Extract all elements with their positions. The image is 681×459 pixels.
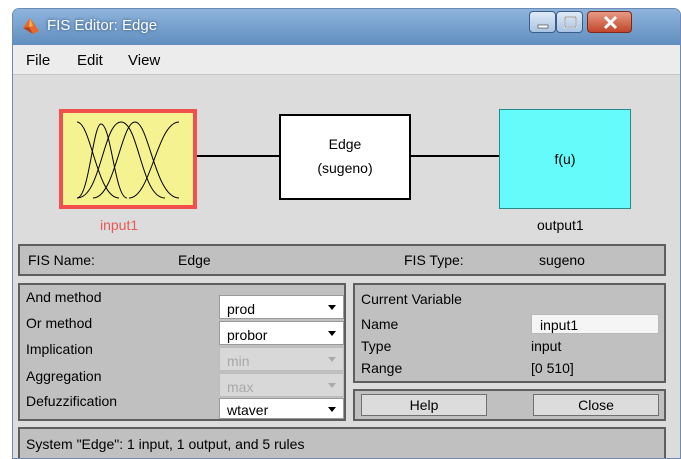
menu-edit[interactable]: Edit <box>77 52 103 69</box>
status-text: System "Edge": 1 input, 1 output, and 5 … <box>26 436 305 452</box>
output-variable-label[interactable]: output1 <box>537 217 584 233</box>
dropdown-arrow-icon <box>328 357 336 362</box>
fis-name-value[interactable]: Edge <box>178 252 211 268</box>
fis-diagram: input1 Edge (sugeno) f(u) output1 <box>13 76 680 236</box>
defuzzification-label: Defuzzification <box>26 393 118 409</box>
buttons-panel: Help Close <box>353 389 666 421</box>
menu-file[interactable]: File <box>26 52 50 69</box>
help-button[interactable]: Help <box>361 394 487 416</box>
connector-line <box>197 155 279 157</box>
defuzzification-select[interactable]: wtaver <box>219 398 344 419</box>
fis-type-value: sugeno <box>539 252 585 268</box>
aggregation-label: Aggregation <box>26 368 102 384</box>
dropdown-arrow-icon <box>328 407 336 412</box>
cv-range-label: Range <box>361 360 403 376</box>
menu-view[interactable]: View <box>128 52 160 69</box>
minimize-icon <box>537 24 549 29</box>
matlab-logo-icon <box>23 18 39 34</box>
cv-type-label: Type <box>361 338 392 354</box>
implication-select: min <box>219 347 344 371</box>
close-icon <box>603 15 618 30</box>
aggregation-select: max <box>219 373 344 397</box>
input-variable-block[interactable] <box>59 109 197 209</box>
implication-value: min <box>227 353 250 369</box>
close-window-button[interactable] <box>587 11 632 33</box>
and-method-value: prod <box>227 301 256 317</box>
window-title: FIS Editor: Edge <box>47 17 158 34</box>
and-method-label: And method <box>26 289 102 305</box>
minimize-button[interactable] <box>529 11 556 33</box>
fis-editor-window: FIS Editor: Edge File Edit View input1 E… <box>12 8 681 459</box>
input-variable-label[interactable]: input1 <box>100 217 138 233</box>
close-button[interactable]: Close <box>533 394 659 416</box>
fis-system-block[interactable]: Edge (sugeno) <box>279 114 411 200</box>
implication-label: Implication <box>26 341 93 357</box>
cv-range-value: [0 510] <box>531 360 574 376</box>
fis-name-label: FIS Name: <box>28 252 95 268</box>
current-variable-header: Current Variable <box>361 291 462 307</box>
cv-type-value: input <box>531 338 562 354</box>
fis-block-name: Edge <box>328 136 362 152</box>
cv-name-value: input1 <box>540 317 579 333</box>
dropdown-arrow-icon <box>328 331 336 336</box>
maximize-icon <box>564 16 577 28</box>
connector-line <box>411 155 499 157</box>
and-method-select[interactable]: prod <box>219 295 344 319</box>
methods-panel: And method prod Or method probor Implica… <box>18 283 346 421</box>
aggregation-value: max <box>227 379 254 395</box>
cv-name-label: Name <box>361 316 399 332</box>
fis-type-label: FIS Type: <box>404 252 464 268</box>
dropdown-arrow-icon <box>328 383 336 388</box>
output-function: f(u) <box>554 151 576 167</box>
fis-info-panel: FIS Name: Edge FIS Type: sugeno <box>18 244 666 276</box>
or-method-value: probor <box>227 327 268 343</box>
cv-name-field[interactable]: input1 <box>531 314 659 334</box>
membership-functions-icon <box>76 121 180 199</box>
menu-bar: File Edit View <box>13 45 680 75</box>
maximize-button[interactable] <box>556 11 583 33</box>
defuzzification-value: wtaver <box>227 402 269 418</box>
current-variable-panel: Current Variable Name input1 Type input … <box>353 283 666 383</box>
status-bar: System "Edge": 1 input, 1 output, and 5 … <box>18 427 666 458</box>
title-bar[interactable]: FIS Editor: Edge <box>13 9 680 45</box>
output-variable-block[interactable]: f(u) <box>499 109 631 209</box>
fis-block-type: (sugeno) <box>317 160 373 176</box>
dropdown-arrow-icon <box>328 305 336 310</box>
or-method-select[interactable]: probor <box>219 321 344 345</box>
or-method-label: Or method <box>26 315 93 331</box>
